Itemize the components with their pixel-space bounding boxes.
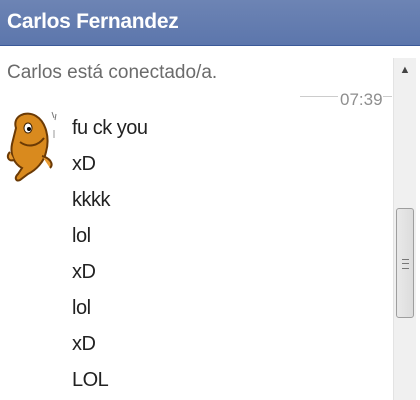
chat-message: xD	[72, 153, 96, 175]
chat-message: LOL	[72, 369, 109, 391]
chat-message: xD	[72, 261, 96, 283]
chat-titlebar[interactable]: Carlos Fernandez	[0, 0, 420, 46]
scroll-up-arrow-icon[interactable]: ▲	[394, 58, 416, 82]
chat-message: lol	[72, 297, 91, 319]
message-timestamp: 07:39	[338, 90, 383, 110]
chat-message: xD	[72, 333, 96, 355]
cartoon-creature-avatar-icon	[6, 111, 57, 182]
chat-scrollbar[interactable]: ▲	[393, 58, 416, 400]
contact-avatar[interactable]	[6, 108, 58, 184]
chat-message: kkkk	[72, 189, 111, 211]
online-status: Carlos está conectado/a.	[7, 62, 218, 83]
scroll-grip-icon	[402, 259, 409, 269]
scroll-thumb[interactable]	[396, 208, 414, 318]
contact-name[interactable]: Carlos Fernandez	[7, 10, 179, 34]
chat-window: Carlos Fernandez Carlos está conectado/a…	[0, 0, 420, 400]
chat-message: lol	[72, 225, 91, 247]
chat-message: fu ck you	[72, 117, 148, 139]
